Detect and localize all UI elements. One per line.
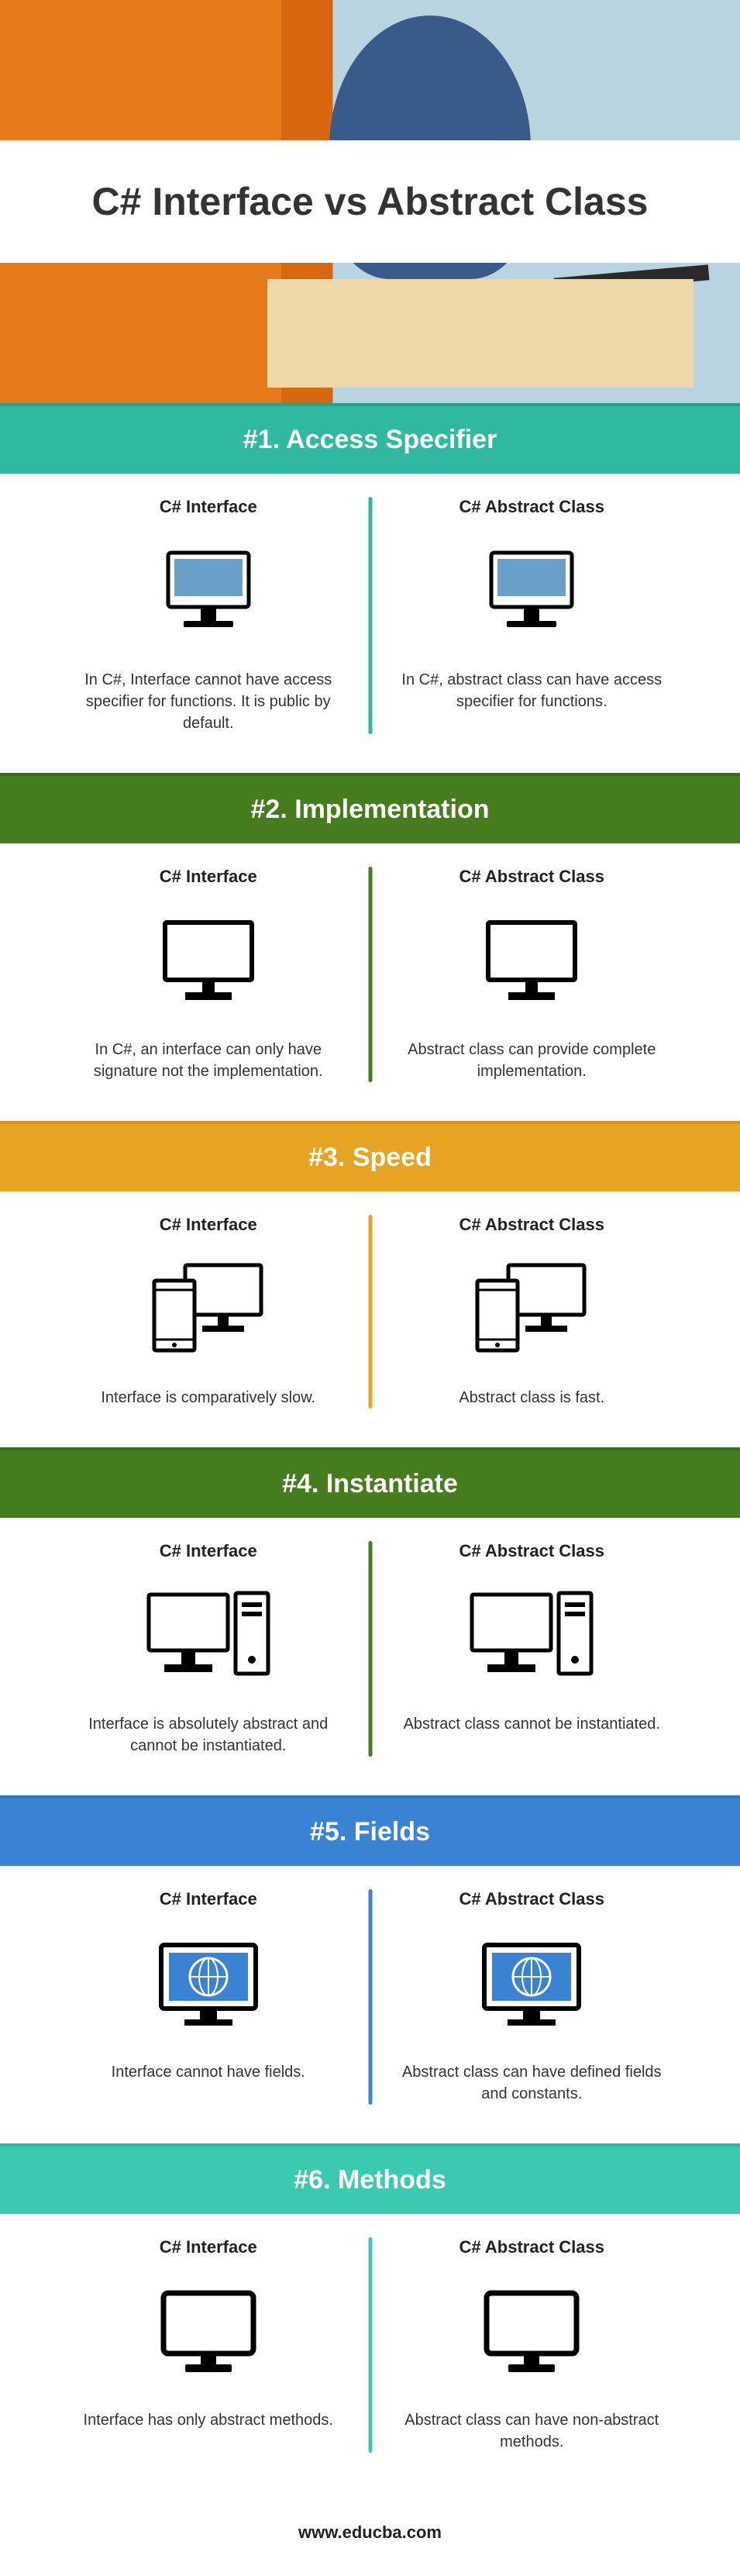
comparison-row: C# Interface In C#, an interface can onl… [0, 843, 740, 1121]
comparison-icon [394, 1257, 671, 1365]
devices-icon [146, 1260, 270, 1361]
comparison-right: C# Abstract Class Abstract class cannot … [370, 1541, 694, 1757]
hero-title-box: C# Interface vs Abstract Class [0, 140, 740, 263]
blank-monitor-icon [477, 2287, 586, 2380]
column-right-label: C# Abstract Class [394, 867, 671, 887]
right-description: Abstract class can have defined fields a… [394, 2061, 671, 2105]
comparison-right: C# Abstract Class Abstract class can pro… [370, 867, 694, 1082]
page-title: C# Interface vs Abstract Class [31, 179, 709, 224]
comparison-icon [394, 539, 671, 647]
comparison-icon [70, 1257, 347, 1365]
pc-tower-icon [143, 1587, 274, 1688]
globe-screen-icon [150, 1939, 267, 2032]
comparison-icon [394, 2279, 671, 2388]
comparison-right: C# Abstract Class Abstract class can hav… [370, 1889, 694, 2105]
comparison-icon [70, 1931, 347, 2040]
comparison-icon [70, 2279, 347, 2388]
right-description: Abstract class is fast. [394, 1387, 671, 1409]
pc-tower-icon [466, 1587, 597, 1688]
comparison-left: C# Interface Interface has only abstract… [46, 2237, 370, 2453]
comparison-icon [70, 539, 347, 647]
column-right-label: C# Abstract Class [394, 1541, 671, 1561]
left-description: Interface cannot have fields. [70, 2061, 347, 2083]
left-description: Interface has only abstract methods. [70, 2409, 347, 2431]
imac-icon [154, 547, 263, 640]
section-header: #6. Methods [0, 2143, 740, 2214]
monitor-icon [154, 916, 263, 1009]
column-left-label: C# Interface [70, 1541, 347, 1561]
section-header: #4. Instantiate [0, 1447, 740, 1518]
comparison-row: C# Interface Interface is comparatively … [0, 1191, 740, 1447]
left-description: In C#, Interface cannot have access spec… [70, 669, 347, 734]
column-left-label: C# Interface [70, 1889, 347, 1909]
column-right-label: C# Abstract Class [394, 1215, 671, 1235]
column-right-label: C# Abstract Class [394, 1889, 671, 1909]
section-header: #5. Fields [0, 1795, 740, 1866]
hero-banner: C# Interface vs Abstract Class [0, 0, 740, 403]
comparison-left: C# Interface Interface is absolutely abs… [46, 1541, 370, 1757]
section-header: #1. Access Specifier [0, 403, 740, 474]
comparison-left: C# Interface In C#, Interface cannot hav… [46, 497, 370, 734]
monitor-icon [477, 916, 586, 1009]
right-description: In C#, abstract class can have access sp… [394, 669, 671, 712]
footer-url: www.educba.com [0, 2492, 740, 2574]
right-description: Abstract class can provide complete impl… [394, 1039, 671, 1082]
comparison-row: C# Interface Interface cannot have field… [0, 1866, 740, 2143]
comparison-icon [394, 1931, 671, 2040]
column-right-label: C# Abstract Class [394, 2237, 671, 2257]
section-header: #3. Speed [0, 1121, 740, 1191]
comparison-icon [394, 909, 671, 1017]
comparison-icon [394, 1583, 671, 1691]
column-left-label: C# Interface [70, 497, 347, 517]
right-description: Abstract class cannot be instantiated. [394, 1713, 671, 1735]
comparison-right: C# Abstract Class Abstract class can hav… [370, 2237, 694, 2453]
column-right-label: C# Abstract Class [394, 497, 671, 517]
comparison-row: C# Interface In C#, Interface cannot hav… [0, 474, 740, 773]
comparison-row: C# Interface Interface is absolutely abs… [0, 1518, 740, 1795]
section-header: #2. Implementation [0, 773, 740, 843]
blank-monitor-icon [154, 2287, 263, 2380]
comparison-right: C# Abstract Class In C#, abstract class … [370, 497, 694, 734]
comparison-left: C# Interface Interface is comparatively … [46, 1215, 370, 1409]
column-left-label: C# Interface [70, 1215, 347, 1235]
comparison-left: C# Interface In C#, an interface can onl… [46, 867, 370, 1082]
comparison-right: C# Abstract Class Abstract class is fast… [370, 1215, 694, 1409]
comparison-row: C# Interface Interface has only abstract… [0, 2214, 740, 2492]
column-left-label: C# Interface [70, 867, 347, 887]
comparison-icon [70, 1583, 347, 1691]
globe-screen-icon [473, 1939, 590, 2032]
comparison-icon [70, 909, 347, 1017]
column-left-label: C# Interface [70, 2237, 347, 2257]
right-description: Abstract class can have non-abstract met… [394, 2409, 671, 2453]
comparison-left: C# Interface Interface cannot have field… [46, 1889, 370, 2105]
left-description: In C#, an interface can only have signat… [70, 1039, 347, 1082]
devices-icon [470, 1260, 594, 1361]
imac-icon [477, 547, 586, 640]
left-description: Interface is comparatively slow. [70, 1387, 347, 1409]
left-description: Interface is absolutely abstract and can… [70, 1713, 347, 1757]
